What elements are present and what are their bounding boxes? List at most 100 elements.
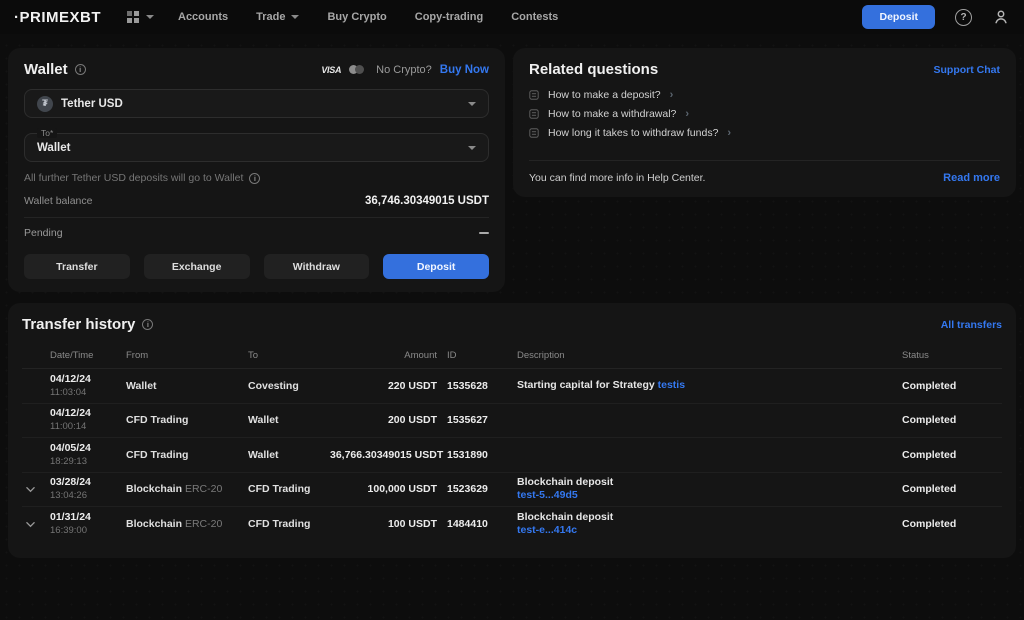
row-status: Completed (902, 483, 1002, 495)
row-time: 11:03:04 (50, 387, 86, 398)
support-chat-link[interactable]: Support Chat (934, 64, 1001, 76)
row-status: Completed (902, 449, 1002, 461)
deposit-note: All further Tether USD deposits will go … (24, 172, 489, 184)
primexbt-logo[interactable]: ·PRIMEXBT (14, 9, 101, 26)
row-from: CFD Trading (126, 449, 248, 461)
table-header: Date/Time From To Amount ID Description … (22, 343, 1002, 369)
question-item-withdraw-time[interactable]: How long it takes to withdraw funds? › (529, 127, 1000, 139)
row-to: CFD Trading (248, 518, 330, 530)
row-amount: 100,000 USDT (330, 483, 437, 495)
info-icon[interactable]: i (142, 319, 153, 330)
apps-menu-button[interactable] (127, 11, 154, 23)
pending-label: Pending (24, 227, 63, 239)
table-row: 03/28/2413:04:26 Blockchain ERC-20 CFD T… (22, 473, 1002, 508)
row-description: Starting capital for Strategy testis (517, 379, 902, 393)
col-datetime: Date/Time (50, 350, 126, 361)
row-status: Completed (902, 414, 1002, 426)
chevron-down-icon (146, 15, 154, 19)
deposit-button[interactable]: Deposit (383, 254, 489, 279)
row-date: 04/12/24 (50, 373, 91, 385)
transfer-button[interactable]: Transfer (24, 254, 130, 279)
row-status: Completed (902, 518, 1002, 530)
row-date: 04/12/24 (50, 407, 91, 419)
chevron-down-icon (468, 102, 476, 106)
nav-item-trade[interactable]: Trade (256, 11, 299, 23)
transfer-history-title: Transfer history (22, 316, 135, 333)
table-row: 04/12/24 11:03:04 Wallet Covesting 220 US… (22, 369, 1002, 404)
question-item-deposit[interactable]: How to make a deposit? › (529, 89, 1000, 101)
question-item-withdrawal[interactable]: How to make a withdrawal? › (529, 108, 1000, 120)
nav-item-buy-crypto[interactable]: Buy Crypto (327, 11, 386, 23)
visa-icon: VISA (321, 65, 341, 75)
row-id: 1535628 (437, 380, 517, 392)
pending-row: Pending (24, 227, 489, 239)
row-from: Wallet (126, 380, 248, 392)
related-questions-title: Related questions (529, 61, 658, 78)
row-to: Wallet (248, 449, 330, 461)
wallet-balance-label: Wallet balance (24, 195, 92, 207)
chevron-right-icon: › (727, 127, 731, 139)
related-questions-card: Related questions Support Chat How to ma… (513, 48, 1016, 197)
help-icon[interactable]: ? (955, 9, 972, 26)
help-center-text: You can find more info in Help Center. (529, 172, 705, 184)
row-from: CFD Trading (126, 414, 248, 426)
destination-select-value: Wallet (37, 142, 70, 154)
row-amount: 200 USDT (330, 414, 437, 426)
exchange-button[interactable]: Exchange (144, 254, 250, 279)
row-status: Completed (902, 380, 1002, 392)
nav-deposit-button[interactable]: Deposit (862, 5, 935, 29)
chevron-down-icon (468, 146, 476, 150)
currency-select-value: Tether USD (61, 98, 123, 110)
row-date: 04/05/24 (50, 442, 91, 454)
transfer-history-card: Transfer history i All transfers Date/Ti… (8, 303, 1016, 558)
destination-select-label: To* (37, 128, 57, 138)
nav-item-contests[interactable]: Contests (511, 11, 558, 23)
withdraw-button[interactable]: Withdraw (264, 254, 370, 279)
collapse-icon[interactable] (479, 232, 489, 234)
row-to: Covesting (248, 380, 330, 392)
table-row: 04/05/2418:29:13 CFD Trading Wallet 36,7… (22, 438, 1002, 473)
row-time: 16:39:00 (50, 525, 87, 536)
row-id: 1535627 (437, 414, 517, 426)
expand-chevron-icon[interactable] (22, 516, 38, 532)
nav-item-copy-trading[interactable]: Copy-trading (415, 11, 483, 23)
col-from: From (126, 350, 248, 361)
buy-now-link[interactable]: Buy Now (440, 64, 489, 76)
row-to: CFD Trading (248, 483, 330, 495)
row-id: 1531890 (437, 449, 517, 461)
all-transfers-link[interactable]: All transfers (941, 319, 1002, 331)
chevron-right-icon: › (670, 89, 674, 101)
row-description: Blockchain deposittest-e...414c (517, 511, 902, 538)
mastercard-icon (349, 65, 364, 74)
destination-select[interactable]: To* Wallet (24, 133, 489, 162)
wallet-actions: Transfer Exchange Withdraw Deposit (24, 254, 489, 279)
user-profile-icon[interactable] (992, 8, 1010, 26)
strategy-link[interactable]: testis (658, 379, 685, 391)
expand-chevron-icon[interactable] (22, 481, 38, 497)
row-time: 13:04:26 (50, 490, 87, 501)
tx-hash-link[interactable]: test-e...414c (517, 524, 577, 536)
row-amount: 36,766.30349015 USDT (330, 449, 437, 461)
nav-item-accounts[interactable]: Accounts (178, 11, 228, 23)
row-amount: 220 USDT (330, 380, 437, 392)
col-status: Status (902, 350, 1002, 361)
table-row: 04/12/2411:00:14 CFD Trading Wallet 200 … (22, 404, 1002, 439)
row-to: Wallet (248, 414, 330, 426)
table-row: 01/31/2416:39:00 Blockchain ERC-20 CFD T… (22, 507, 1002, 542)
currency-select[interactable]: ₮ Tether USD (24, 89, 489, 118)
wallet-balance-value: 36,746.30349015 USDT (365, 195, 489, 207)
info-icon[interactable]: i (75, 64, 86, 75)
row-description: Blockchain deposittest-5...49d5 (517, 476, 902, 503)
tether-icon: ₮ (37, 96, 53, 112)
read-more-link[interactable]: Read more (943, 172, 1000, 184)
network-tag: ERC-20 (185, 483, 222, 495)
info-icon[interactable]: i (249, 173, 260, 184)
apps-grid-icon (127, 11, 139, 23)
network-tag: ERC-20 (185, 518, 222, 530)
wallet-card: Wallet i VISA No Crypto? Buy Now ₮ Tethe… (8, 48, 505, 292)
tx-hash-link[interactable]: test-5...49d5 (517, 489, 578, 501)
chevron-right-icon: › (685, 108, 689, 120)
top-nav: ·PRIMEXBT Accounts Trade Buy Crypto Copy… (0, 0, 1024, 34)
article-icon (529, 109, 539, 119)
row-from: Blockchain ERC-20 (126, 518, 248, 530)
